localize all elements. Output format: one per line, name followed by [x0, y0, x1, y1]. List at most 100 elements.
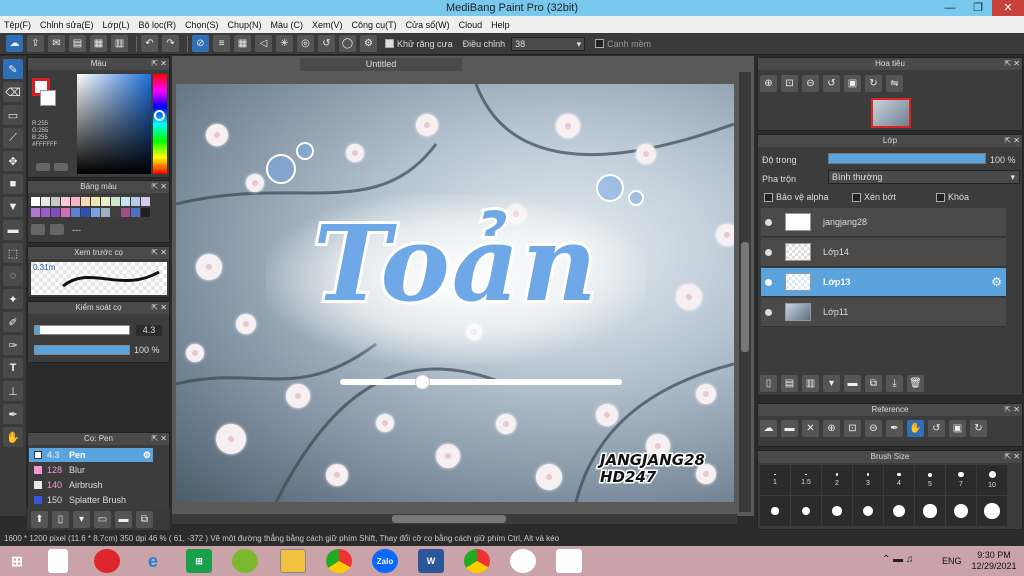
zoom-out-icon[interactable]: ⊖ [865, 420, 882, 437]
lasso-tool-icon[interactable]: ◌ [3, 266, 23, 286]
palette-swatch[interactable] [141, 207, 150, 217]
horizontal-scrollbar[interactable] [172, 514, 737, 524]
duplicate-layer-icon[interactable]: ⧉ [865, 375, 882, 392]
new-layer-icon[interactable]: ▯ [760, 375, 777, 392]
palette-swatch[interactable] [141, 197, 150, 206]
panel-menu-icon[interactable]: ⇱ ✕ [1004, 135, 1020, 147]
horizontal-scroll-thumb[interactable] [392, 515, 506, 523]
layer-options-icon[interactable]: ▾ [823, 375, 840, 392]
brush-tool-icon[interactable]: ✎ [3, 59, 23, 79]
palette-swatch[interactable] [101, 197, 110, 206]
zoom-in-icon[interactable]: ⊕ [760, 75, 777, 92]
brush-opacity-slider[interactable] [34, 345, 130, 355]
undo-icon[interactable]: ↶ [141, 35, 158, 52]
brush-size-value[interactable]: 4.3 [136, 325, 162, 336]
menu-help[interactable]: Help [491, 20, 510, 30]
cloud-icon[interactable]: ☁ [760, 420, 777, 437]
smooth-toggle[interactable]: Cạnh mềm [595, 39, 651, 49]
vertical-scrollbar[interactable] [739, 72, 751, 512]
palette-swatch[interactable] [131, 207, 140, 217]
clock[interactable]: 9:30 PM 12/29/2021 [968, 550, 1020, 572]
palette-swatch[interactable] [111, 197, 120, 206]
app-icon[interactable] [232, 549, 258, 573]
palette-swatch[interactable] [101, 207, 110, 217]
menu-layer[interactable]: Lớp(L) [103, 20, 130, 30]
text-tool-icon[interactable]: T [3, 358, 23, 378]
clipping-toggle[interactable]: Xén bớt [852, 192, 896, 202]
brush-size-cell[interactable]: 2 [822, 465, 852, 495]
actual-size-icon[interactable]: ▣ [844, 75, 861, 92]
brush-size-slider[interactable] [34, 325, 130, 335]
brush-item-pen[interactable]: 4.3 Pen ⚙ [29, 448, 153, 462]
settings-icon[interactable]: ⚙ [360, 35, 377, 52]
ellipse-snap-icon[interactable]: ◯ [339, 35, 356, 52]
parallel-snap-icon[interactable]: ≡ [213, 35, 230, 52]
brush-size-cell[interactable]: 1 [760, 465, 790, 495]
brush-size-cell[interactable] [977, 496, 1007, 526]
panel-menu-icon[interactable]: ⇱ ✕ [151, 302, 167, 314]
gradient-tool-icon[interactable]: ▬ [3, 220, 23, 240]
palette-swatch[interactable] [61, 207, 70, 217]
add-color-icon[interactable] [36, 163, 50, 171]
menu-edit[interactable]: Chỉnh sửa(E) [40, 20, 94, 30]
brush-size-cell[interactable]: 1.5 [791, 465, 821, 495]
palette-swatch[interactable] [111, 207, 120, 217]
swap-color-icon[interactable] [54, 163, 68, 171]
menu-cloud[interactable]: Cloud [459, 20, 483, 30]
folder-icon[interactable]: ▬ [844, 375, 861, 392]
palette-swatch[interactable] [91, 197, 100, 206]
menu-window[interactable]: Cửa sổ(W) [406, 20, 450, 30]
magic-wand-icon[interactable]: ✦ [3, 289, 23, 309]
antialias-checkbox[interactable] [385, 39, 394, 48]
gear-icon[interactable]: ⚙ [991, 275, 1002, 289]
chrome-profile-icon[interactable] [464, 549, 490, 573]
add-brush-icon[interactable]: ⬆ [31, 510, 48, 528]
brush-options-icon[interactable]: ▾ [73, 510, 90, 528]
flip-icon[interactable]: ⇋ [886, 75, 903, 92]
layer-row-selected[interactable]: Lớp13 ⚙ [761, 268, 1006, 297]
new-brush-icon[interactable]: ▯ [52, 510, 69, 528]
brush-size-cell[interactable]: 10 [977, 465, 1007, 495]
eye-icon[interactable] [765, 248, 772, 256]
brush-size-cell[interactable] [760, 496, 790, 526]
page-icon[interactable]: ▤ [69, 35, 86, 52]
tray-icons[interactable]: ⌃ ▬ ♫ [882, 554, 913, 565]
radial-snap-icon[interactable]: ✳ [276, 35, 293, 52]
panel-menu-icon[interactable]: ⇱ ✕ [1004, 58, 1020, 70]
windows-start-icon[interactable]: ⊞ [4, 549, 30, 573]
palette-swatch[interactable] [51, 197, 60, 206]
cloud-icon[interactable]: ☁ [6, 35, 23, 52]
bucket-tool-icon[interactable]: ▼ [3, 197, 23, 217]
eye-icon[interactable] [765, 278, 772, 286]
palette-swatch[interactable] [81, 207, 90, 217]
smooth-checkbox[interactable] [595, 39, 605, 48]
document-tab[interactable]: Untitled [300, 58, 462, 71]
zoom-in-icon[interactable]: ⊕ [823, 420, 840, 437]
clipping-checkbox[interactable] [852, 192, 861, 202]
brush-item-airbrush[interactable]: 140 Airbrush [29, 478, 153, 492]
brush-item-blur[interactable]: 128 Blur [29, 463, 153, 477]
palette-swatch[interactable] [131, 197, 140, 206]
palette-swatch[interactable] [91, 207, 100, 217]
brush-size-cell[interactable]: 5 [915, 465, 945, 495]
layer-opacity-slider[interactable] [828, 153, 986, 164]
menu-color[interactable]: Màu (C) [271, 20, 304, 30]
divide-tool-icon[interactable]: ⊥ [3, 381, 23, 401]
merge-down-icon[interactable]: ⤓ [886, 375, 903, 392]
new-halftone-layer-icon[interactable]: ▤ [781, 375, 798, 392]
layer-row[interactable]: Lớp11 [761, 298, 1006, 327]
palette-swatch[interactable] [41, 207, 50, 217]
brush-size-cell[interactable] [853, 496, 883, 526]
close-button[interactable]: ✕ [992, 0, 1024, 16]
brush-size-cell[interactable] [915, 496, 945, 526]
layer-row[interactable]: Lớp14 [761, 238, 1006, 267]
folder-icon[interactable]: ▬ [115, 510, 132, 528]
palette-swatch[interactable] [61, 197, 70, 206]
cross-snap-icon[interactable]: ▦ [234, 35, 251, 52]
panel-menu-icon[interactable]: ⇱ ✕ [1004, 451, 1020, 463]
trash-icon[interactable] [50, 224, 64, 235]
panel-menu-icon[interactable]: ⇱ ✕ [1004, 404, 1020, 416]
brush-item-splatter[interactable]: 150 Splatter Brush [29, 493, 153, 507]
new-page-icon[interactable] [31, 224, 45, 235]
rotate-right-icon[interactable]: ↻ [865, 75, 882, 92]
